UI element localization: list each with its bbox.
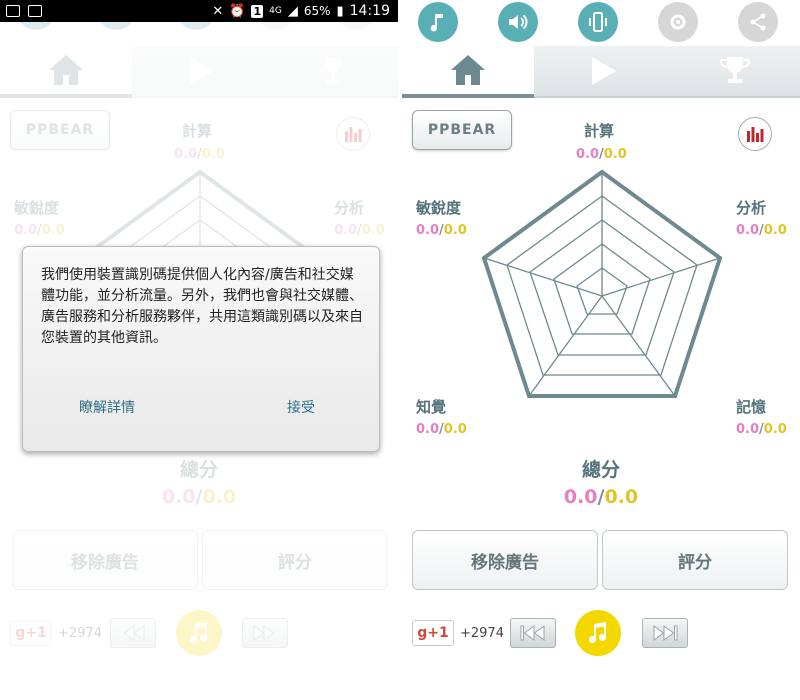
mute-icon: ✕ bbox=[212, 3, 224, 19]
home-icon bbox=[451, 55, 485, 85]
radar-axis bbox=[601, 257, 721, 297]
stat-label-memory: 記憶 bbox=[736, 398, 767, 416]
sim-indicator: 1 bbox=[251, 4, 264, 18]
settings-icon bbox=[670, 14, 686, 30]
consent-message: 我們使用裝置識別碼提供個人化內容/廣告和社交媒體功能，並分析流量。另外，我們也會… bbox=[41, 267, 363, 346]
radar-axis bbox=[601, 295, 676, 397]
stat-label-calc: 計算 bbox=[584, 122, 615, 140]
rate-button[interactable]: 評分 bbox=[602, 530, 788, 590]
google-plus-count: +2974 bbox=[460, 626, 504, 641]
music-toggle-button[interactable] bbox=[418, 2, 458, 42]
status-bar: ✕ ⏰ 1 4G ◢ 65% ▮ 14:19 bbox=[0, 0, 398, 22]
stat-score-memory: 0.0/0.0 bbox=[736, 422, 787, 437]
stat-score-calc: 0.0/0.0 bbox=[576, 147, 627, 162]
tab-play[interactable] bbox=[534, 46, 670, 98]
next-icon bbox=[653, 625, 678, 641]
volume-icon bbox=[509, 14, 528, 30]
learn-more-button[interactable]: 瞭解詳情 bbox=[79, 397, 135, 417]
play-icon bbox=[592, 57, 616, 85]
share-icon bbox=[750, 13, 766, 31]
vibrate-toggle-button[interactable] bbox=[578, 2, 618, 42]
stat-label-sensitivity: 敏銳度 bbox=[416, 199, 462, 217]
ppbear-button[interactable]: PPBEAR bbox=[412, 110, 512, 150]
network-type: 4G bbox=[269, 6, 282, 16]
right-screen: PPBEAR 計算 0.0/0.0 敏銳度 0.0/0.0 分析 0.0/0.0… bbox=[402, 0, 800, 700]
stat-label-analysis: 分析 bbox=[736, 199, 767, 217]
next-track-button[interactable] bbox=[642, 618, 688, 648]
stat-score-analysis: 0.0/0.0 bbox=[736, 223, 787, 238]
stats-chart-button[interactable] bbox=[738, 117, 772, 151]
music-icon bbox=[430, 14, 443, 32]
previous-track-button[interactable] bbox=[510, 618, 556, 648]
consent-dialog: 我們使用裝置識別碼提供個人化內容/廣告和社交媒體功能，並分析流量。另外，我們也會… bbox=[22, 246, 380, 452]
play-music-button[interactable] bbox=[575, 610, 621, 656]
volume-toggle-button[interactable] bbox=[498, 2, 538, 42]
previous-icon bbox=[520, 625, 545, 641]
accept-button[interactable]: 接受 bbox=[287, 397, 315, 417]
stat-score-sensitivity: 0.0/0.0 bbox=[416, 223, 467, 238]
share-button[interactable] bbox=[738, 2, 778, 42]
signal-icon: ◢ bbox=[287, 3, 298, 19]
upload-icon bbox=[28, 5, 42, 17]
bottom-bar: g+1 +2974 bbox=[402, 608, 800, 658]
screenshot-divider bbox=[398, 0, 402, 700]
clock: 14:19 bbox=[349, 3, 390, 19]
remove-ads-button[interactable]: 移除廣告 bbox=[412, 530, 598, 590]
radar-axis bbox=[483, 257, 603, 297]
left-screen: PPBEAR 計算 0.0/0.0 敏銳度 0.0/0.0 分析 0.0/0.0… bbox=[0, 0, 398, 700]
tab-trophy[interactable] bbox=[670, 46, 800, 98]
settings-button[interactable] bbox=[658, 2, 698, 42]
tab-home[interactable] bbox=[402, 46, 534, 98]
trophy-icon bbox=[719, 57, 751, 83]
top-icon-bar bbox=[402, 2, 800, 42]
alarm-icon: ⏰ bbox=[229, 3, 246, 19]
radar-axis bbox=[528, 295, 603, 397]
radar-chart bbox=[481, 169, 723, 398]
music-note-icon bbox=[589, 622, 606, 643]
total-label: 總分 bbox=[581, 459, 620, 481]
stat-label-perception: 知覺 bbox=[416, 398, 447, 416]
battery-icon: ▮ bbox=[336, 3, 344, 19]
google-plus-button[interactable]: g+1 bbox=[412, 620, 454, 646]
image-icon bbox=[6, 5, 20, 17]
bar-chart-icon bbox=[747, 127, 764, 142]
stat-score-perception: 0.0/0.0 bbox=[416, 422, 467, 437]
vibrate-icon bbox=[589, 12, 607, 32]
total-score: 0.0/0.0 bbox=[563, 486, 639, 508]
battery-percent: 65% bbox=[303, 4, 331, 18]
tab-bar bbox=[402, 46, 800, 98]
